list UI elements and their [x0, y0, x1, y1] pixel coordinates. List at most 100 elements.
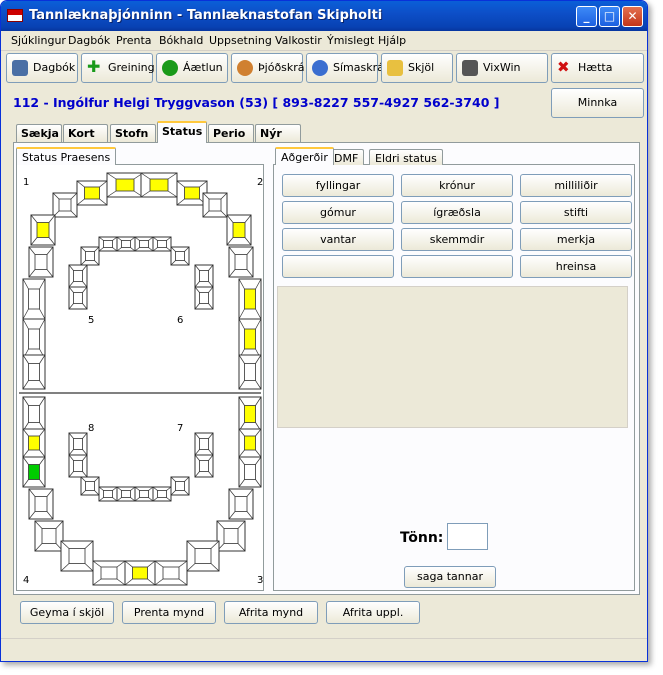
igraedsla-button[interactable]: ígræðsla [401, 201, 513, 224]
dagbok-button[interactable]: Dagbók [6, 53, 78, 83]
tonn-input[interactable] [447, 523, 488, 550]
tooth[interactable] [154, 560, 188, 586]
afrita-mynd-button[interactable]: Afrita mynd [224, 601, 318, 624]
tooth[interactable] [134, 486, 154, 502]
vantar-button[interactable]: vantar [282, 228, 394, 251]
millilidir-button[interactable]: milliliðir [520, 174, 632, 197]
greining-button[interactable]: ✚ Greining [81, 53, 155, 83]
tooth[interactable] [22, 456, 46, 488]
merkja-button[interactable]: merkja [520, 228, 632, 251]
tooth[interactable] [22, 354, 46, 390]
tooth[interactable] [134, 236, 154, 252]
geyma-i-skjol-button[interactable]: Geyma í skjöl [20, 601, 114, 624]
stifti-button[interactable]: stifti [520, 201, 632, 224]
tooth[interactable] [98, 486, 118, 502]
title-bar[interactable]: Tannlæknaþjónninn - Tannlæknastofan Skip… [1, 1, 647, 31]
tooth[interactable] [238, 428, 262, 458]
tooth[interactable] [152, 486, 172, 502]
tooth[interactable] [22, 428, 46, 458]
tab-status[interactable]: Status [157, 121, 207, 143]
tooth[interactable] [22, 278, 46, 320]
tab-perio[interactable]: Perio [208, 124, 254, 142]
tooth[interactable] [194, 286, 214, 310]
tooth[interactable] [106, 172, 144, 198]
tooth[interactable] [194, 264, 214, 288]
menu-hjalp[interactable]: Hjálp [378, 34, 406, 47]
tooth[interactable] [22, 318, 46, 360]
menu-ymislegt[interactable]: Ýmislegt [327, 34, 374, 47]
tooth[interactable] [202, 192, 228, 218]
tab-stofn[interactable]: Stofn [110, 124, 156, 142]
tooth[interactable] [76, 180, 108, 206]
tab-eldri-status[interactable]: Eldri status [369, 149, 443, 165]
hreinsa-button[interactable]: hreinsa [520, 255, 632, 278]
vixwin-button[interactable]: VixWin [456, 53, 548, 83]
menu-valkostir[interactable]: Valkostir [275, 34, 322, 47]
tooth[interactable] [238, 456, 262, 488]
close-button[interactable]: ✕ [622, 6, 643, 27]
tooth[interactable] [194, 432, 214, 456]
tooth[interactable] [30, 214, 56, 246]
skjol-button[interactable]: Skjöl [381, 53, 453, 83]
maximize-button[interactable]: □ [599, 6, 620, 27]
tab-nyr[interactable]: Nýr [255, 124, 301, 142]
kronur-button[interactable]: krónur [401, 174, 513, 197]
tooth[interactable] [28, 246, 54, 278]
tooth[interactable] [216, 520, 246, 552]
menu-prenta[interactable]: Prenta [116, 34, 152, 47]
tooth[interactable] [80, 476, 100, 496]
tooth[interactable] [228, 488, 254, 520]
saga-tannar-button[interactable]: saga tannar [404, 566, 496, 588]
tooth-chart[interactable]: 1 2 3 4 5 6 7 8 [16, 164, 264, 591]
blank-button-1[interactable] [282, 255, 394, 278]
tooth[interactable] [34, 520, 64, 552]
tooth-chart-svg[interactable] [17, 165, 263, 590]
tab-status-praesens[interactable]: Status Praesens [16, 147, 117, 165]
tooth[interactable] [80, 246, 100, 266]
tooth[interactable] [68, 454, 88, 478]
tooth[interactable] [238, 396, 262, 432]
menu-sjuklingur[interactable]: Sjúklingur [11, 34, 66, 47]
tooth[interactable] [68, 264, 88, 288]
fyllingar-button[interactable]: fyllingar [282, 174, 394, 197]
tooth[interactable] [68, 432, 88, 456]
menu-bokhald[interactable]: Bókhald [159, 34, 203, 47]
haetta-button[interactable]: ✖ Hætta [551, 53, 644, 83]
gomur-button[interactable]: gómur [282, 201, 394, 224]
tooth[interactable] [238, 354, 262, 390]
skemmdir-button[interactable]: skemmdir [401, 228, 513, 251]
tooth[interactable] [238, 278, 262, 320]
menu-uppsetning[interactable]: Uppsetning [209, 34, 272, 47]
tooth[interactable] [228, 246, 254, 278]
minimize-button[interactable]: _ [576, 6, 597, 27]
simaskra-button[interactable]: Símaskrá [306, 53, 384, 83]
tab-adgerdir[interactable]: Aðgerðir [275, 147, 334, 165]
tooth[interactable] [170, 476, 190, 496]
thjodskra-button[interactable]: Þjóðskrá [231, 53, 305, 83]
tooth[interactable] [238, 318, 262, 360]
blank-button-2[interactable] [401, 255, 513, 278]
menu-dagbok[interactable]: Dagbók [68, 34, 110, 47]
tooth[interactable] [52, 192, 78, 218]
tooth[interactable] [170, 246, 190, 266]
afrita-uppl-button[interactable]: Afrita uppl. [326, 601, 420, 624]
tooth[interactable] [92, 560, 126, 586]
minnka-button[interactable]: Minnka [551, 88, 644, 118]
tooth[interactable] [22, 396, 46, 432]
aaetlun-button[interactable]: Áætlun [156, 53, 228, 83]
tooth[interactable] [116, 236, 136, 252]
tooth[interactable] [186, 540, 220, 572]
tooth[interactable] [226, 214, 252, 246]
tooth[interactable] [60, 540, 94, 572]
tab-saekja[interactable]: Sækja [16, 124, 62, 142]
prenta-mynd-button[interactable]: Prenta mynd [122, 601, 216, 624]
tooth[interactable] [194, 454, 214, 478]
tooth[interactable] [116, 486, 136, 502]
tooth[interactable] [140, 172, 178, 198]
tab-kort[interactable]: Kort [63, 124, 108, 142]
tooth[interactable] [124, 560, 156, 586]
tooth[interactable] [28, 488, 54, 520]
tooth[interactable] [68, 286, 88, 310]
tooth[interactable] [152, 236, 172, 252]
tooth[interactable] [98, 236, 118, 252]
